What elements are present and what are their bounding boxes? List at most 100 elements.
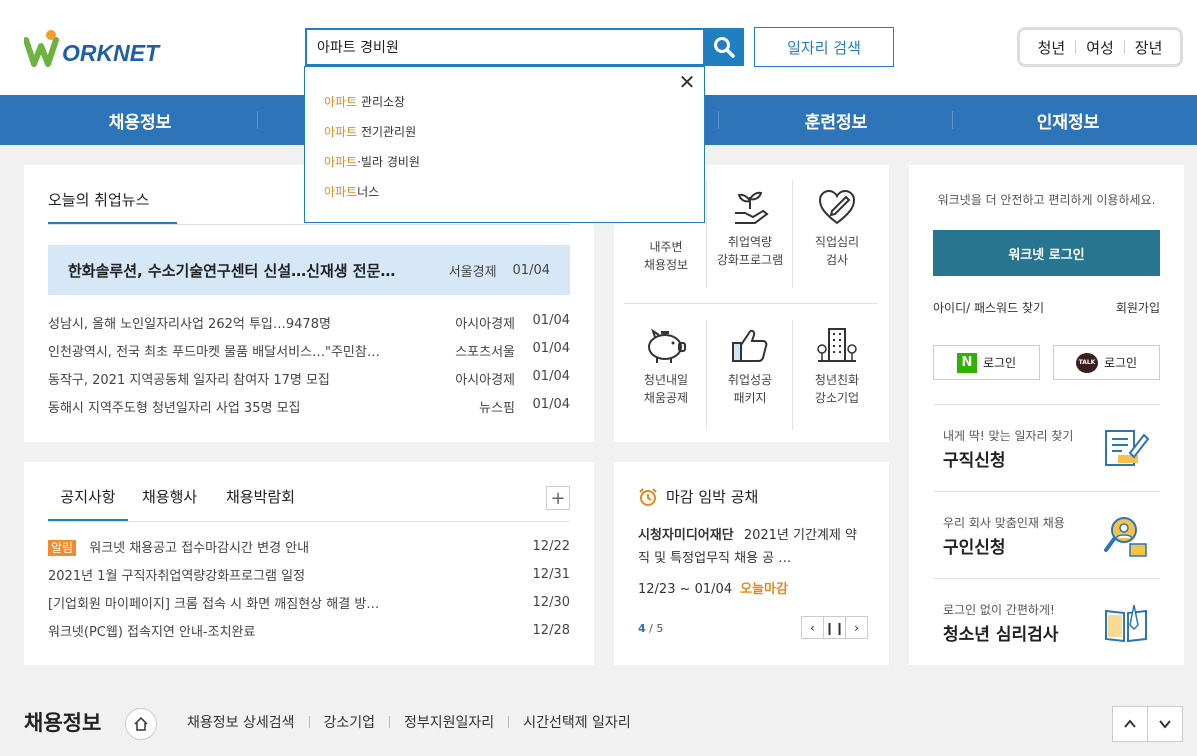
divider [389, 716, 391, 728]
nav-item-talent[interactable]: 인재정보 [953, 95, 1183, 145]
notice-date: 12/30 [532, 595, 570, 610]
news-source: 아시아경제 [455, 373, 515, 388]
divider [1075, 40, 1077, 54]
piggy-bank-icon [648, 328, 686, 363]
news-source: 서울경제 [448, 264, 497, 280]
notice-panel: 공지사항 채용행사 채용박람회 + 알림 워크넷 채용공고 접수마감시간 변경 … [24, 462, 594, 665]
promo-title: 청소년 심리검사 [943, 625, 1059, 645]
heart-pen-icon [818, 189, 856, 225]
pause-button[interactable]: ❙❙ [823, 616, 846, 639]
nav-item-training[interactable]: 훈련정보 [721, 95, 951, 145]
login-panel: 워크넷을 더 안전하고 편리하게 이용하세요. 워크넷 로그인 아이디/ 패스워… [909, 165, 1184, 665]
autocomplete-item[interactable]: 아파트너스 [324, 183, 379, 200]
kakao-login-button[interactable]: TALK 로그인 [1053, 345, 1160, 380]
divider [308, 716, 310, 728]
nav-item-jobs[interactable]: 채용정보 [25, 95, 255, 145]
svg-text:ORKNET: ORKNET [62, 40, 161, 66]
notice-list-item[interactable]: 워크넷(PC웹) 접속지연 안내-조치완료 12/28 [48, 621, 570, 640]
service-employment-program[interactable]: 취업역량 강화프로그램 [710, 187, 790, 269]
news-list-item[interactable]: 인천광역시, 전국 최초 푸드마켓 물품 배달서비스…"주민참… 스포츠서울 0… [48, 341, 570, 360]
find-id-password-link[interactable]: 아이디/ 패스워드 찾기 [933, 299, 1044, 316]
home-button[interactable] [125, 708, 157, 740]
news-title: 성남시, 올해 노인일자리사업 262억 투입…9478명 [48, 317, 331, 332]
notice-list-item[interactable]: [기업회원 마이페이지] 크롬 접속 시 화면 깨짐현상 해결 방… 12/30 [48, 593, 570, 612]
autocomplete-item[interactable]: 아파트 전기관리원 [324, 123, 416, 140]
tab-recruit-events[interactable]: 채용행사 [142, 486, 197, 507]
news-date: 01/04 [532, 341, 570, 356]
naver-login-label: 로그인 [982, 356, 1017, 370]
worknet-logo[interactable]: ORKNET [23, 26, 179, 70]
search-input[interactable] [307, 30, 703, 64]
divider [792, 320, 793, 430]
deadline-today-badge: 오늘마감 [740, 582, 788, 597]
more-button[interactable]: + [546, 486, 570, 510]
close-icon[interactable]: ✕ [678, 72, 696, 92]
nav-divider [257, 111, 258, 129]
autocomplete-item[interactable]: 아파트 관리소장 [324, 93, 405, 110]
naver-login-button[interactable]: N 로그인 [933, 345, 1040, 380]
service-nearby-jobs[interactable]: 내주변 채용정보 [626, 238, 706, 274]
bottom-links: 채용정보 상세검색 강소기업 정부지원일자리 시간선택제 일자리 [187, 712, 631, 732]
news-list-item[interactable]: 동해시 지역주도형 청년일자리 사업 35명 모집 뉴스핌 01/04 [48, 397, 570, 416]
service-youth-friendly-company[interactable]: 청년친화 강소기업 [797, 325, 877, 407]
scroll-up-button[interactable] [1112, 706, 1148, 742]
deadline-job-item[interactable]: 시청자미디어재단 2021년 기간계제 약직 및 특정업무직 채용 공 … [638, 524, 868, 570]
tab-notice[interactable]: 공지사항 [48, 486, 128, 521]
news-list-item[interactable]: 성남시, 올해 노인일자리사업 262억 투입…9478명 아시아경제 01/0… [48, 313, 570, 332]
notice-list-item[interactable]: 2021년 1월 구직자취업역량강화프로그램 일정 12/31 [48, 565, 570, 584]
search-box[interactable] [305, 28, 705, 66]
news-featured-item[interactable]: 한화솔루션, 수소기술연구센터 신설…신재생 전문… 서울경제 01/04 [48, 245, 570, 295]
scroll-down-button[interactable] [1147, 706, 1183, 742]
divider [48, 521, 570, 522]
service-label: 직업심리 [814, 235, 860, 249]
search-autocomplete: ✕ 아파트 관리소장 아파트 전기관리원 아파트·빌라 경비원 아파트너스 [304, 66, 705, 223]
prev-button[interactable]: ‹ [801, 616, 824, 639]
search-button[interactable] [704, 28, 744, 66]
worknet-login-button[interactable]: 워크넷 로그인 [933, 230, 1160, 276]
notice-title: 2021년 1월 구직자취업역량강화프로그램 일정 [48, 569, 306, 584]
news-list-item[interactable]: 동작구, 2021 지역공동체 일자리 참여자 17명 모집 아시아경제 01/… [48, 369, 570, 388]
join-link[interactable]: 회원가입 [1116, 299, 1160, 316]
tab-today-news[interactable]: 오늘의 취업뉴스 [48, 189, 177, 224]
promo-job-application[interactable]: 내게 딱! 맞는 일자리 찾기 구직신청 [933, 404, 1160, 491]
deadline-date: 12/23 ~ 01/04 오늘마감 [638, 582, 788, 597]
promo-subtitle: 로그인 없이 간편하게! [943, 603, 1055, 617]
news-title: 동작구, 2021 지역공동체 일자리 참여자 17명 모집 [48, 373, 330, 388]
deadline-pagination: 4 / 5 [638, 622, 664, 635]
home-icon [134, 716, 148, 731]
target-senior-link[interactable]: 장년 [1135, 37, 1163, 58]
service-label: 검사 [825, 253, 849, 267]
service-aptitude-test[interactable]: 직업심리 검사 [797, 187, 877, 269]
service-label: 취업역량 [727, 235, 773, 249]
link-detail-search[interactable]: 채용정보 상세검색 [187, 712, 295, 732]
tab-job-fair[interactable]: 채용박람회 [226, 486, 295, 507]
link-part-time[interactable]: 시간선택제 일자리 [523, 712, 631, 732]
target-women-link[interactable]: 여성 [1086, 37, 1114, 58]
divider [1123, 40, 1125, 54]
target-youth-link[interactable]: 청년 [1038, 37, 1066, 58]
divider [48, 224, 570, 225]
link-gov-jobs[interactable]: 정부지원일자리 [404, 712, 494, 732]
promo-title: 구직신청 [943, 451, 1006, 471]
pause-icon: ❙❙ [824, 620, 845, 635]
service-label: 내주변 [649, 240, 683, 254]
service-label: 청년친화 [814, 373, 860, 387]
service-youth-savings[interactable]: 청년내일 채움공제 [626, 325, 706, 407]
magnifier-person-icon [1104, 517, 1147, 557]
notice-date: 12/22 [532, 539, 570, 554]
autocomplete-item[interactable]: 아파트·빌라 경비원 [324, 153, 420, 170]
link-small-giant[interactable]: 강소기업 [324, 712, 376, 732]
naver-icon: N [956, 352, 977, 373]
notice-list-item[interactable]: 알림 워크넷 채용공고 접수마감시간 변경 안내 12/22 [48, 537, 570, 556]
service-success-package[interactable]: 취업성공 패키지 [710, 325, 790, 407]
promo-recruit-application[interactable]: 우리 회사 맞춤인재 채용 구인신청 [933, 491, 1160, 578]
job-search-button[interactable]: 일자리 검색 [754, 27, 894, 67]
chevron-up-icon [1124, 719, 1136, 728]
news-title: 인천광역시, 전국 최초 푸드마켓 물품 배달서비스…"주민참… [48, 345, 380, 360]
next-button[interactable]: › [845, 616, 868, 639]
promo-youth-test[interactable]: 로그인 없이 간편하게! 청소년 심리검사 [933, 578, 1160, 665]
notice-date: 12/31 [532, 567, 570, 582]
open-book-icon [1105, 604, 1147, 643]
service-label: 강소기업 [814, 391, 860, 405]
deadline-panel: 마감 임박 공채 시청자미디어재단 2021년 기간계제 약직 및 특정업무직 … [614, 462, 889, 665]
